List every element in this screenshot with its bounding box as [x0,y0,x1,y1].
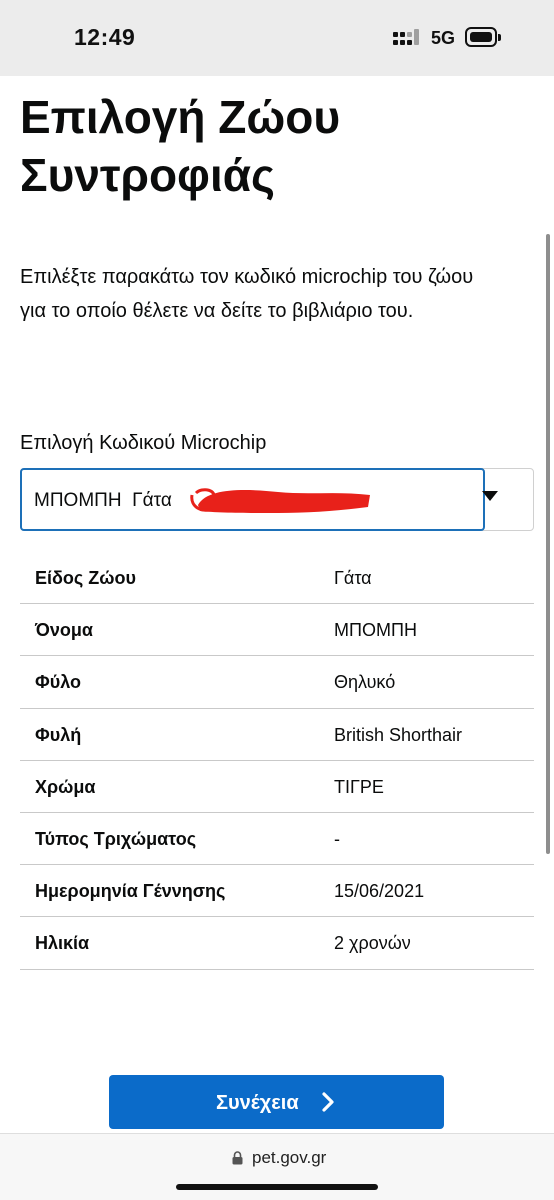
row-value: British Shorthair [334,724,463,745]
row-value: ΤΙΓΡΕ [334,776,384,797]
details-row-name: Όνομα ΜΠΟΜΠΗ [20,604,534,657]
home-indicator [176,1184,378,1190]
row-label: Χρώμα [35,776,96,797]
network-label: 5G [431,28,456,48]
page-title: Επιλογή Ζώου Συντροφιάς [20,91,341,201]
intro-text: Επιλέξτε παρακάτω τον κωδικό microchip τ… [20,266,474,322]
details-row-color: Χρώμα ΤΙΓΡΕ [20,761,534,813]
lock-icon [232,1151,243,1165]
row-value: Θηλυκό [334,672,396,693]
row-label: Είδος Ζώου [35,568,136,588]
row-label: Τύπος Τριχώματος [35,828,197,849]
row-label: Φυλή [35,724,82,745]
signal-icon [393,29,421,49]
continue-button[interactable]: Συνέχεια [109,1075,444,1129]
details-row-breed: Φυλή British Shorthair [20,709,534,761]
details-row-coat-type: Τύπος Τριχώματος - [20,813,534,866]
status-bar: 12:49 5G [0,0,554,76]
row-value: ΜΠΟΜΠΗ [334,620,417,641]
row-label: Φύλο [35,672,82,693]
row-value: 15/06/2021 [334,881,425,902]
browser-address-bar[interactable]: pet.gov.gr [0,1133,554,1200]
scrollbar[interactable] [546,234,550,854]
chevron-down-icon[interactable] [481,490,499,502]
details-row-age: Ηλικία 2 χρονών [20,917,534,970]
row-label: Ημερομηνία Γέννησης [35,881,226,902]
continue-button-label: Συνέχεια [216,1092,299,1114]
pet-details-table: Είδος Ζώου Γάτα Όνομα ΜΠΟΜΠΗ Φύλο Θηλυκό… [20,552,534,970]
row-value: 2 χρονών [334,933,411,954]
status-time: 12:49 [74,24,136,50]
redaction-scribble [190,488,370,513]
microchip-select-label: Επιλογή Κωδικού Microchip [20,432,267,454]
details-row-birth-date: Ημερομηνία Γέννησης 15/06/2021 [20,865,534,918]
details-row-sex: Φύλο Θηλυκό [20,656,534,709]
row-label: Ηλικία [35,933,90,954]
url-text[interactable]: pet.gov.gr [252,1148,326,1168]
chevron-right-icon [322,1092,334,1112]
row-value: - [334,828,340,849]
details-row-species: Είδος Ζώου Γάτα [20,552,534,605]
microchip-select-value: ΜΠΟΜΠΗ Γάτα [34,490,172,511]
battery-icon [465,27,501,47]
row-label: Όνομα [35,620,93,641]
row-value: Γάτα [334,568,372,588]
